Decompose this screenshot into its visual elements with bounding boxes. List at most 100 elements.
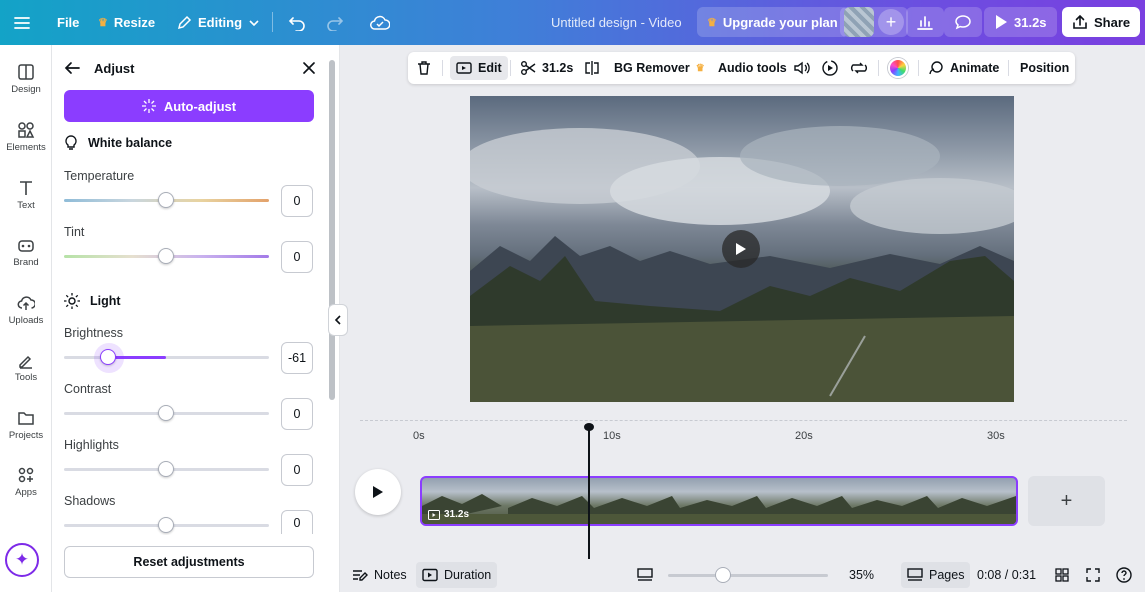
collapse-panel-button[interactable] (328, 304, 348, 336)
auto-adjust-label: Auto-adjust (163, 98, 237, 114)
comments-button[interactable] (944, 7, 982, 37)
editing-mode-button[interactable]: Editing (176, 0, 260, 45)
design-title[interactable]: Untitled design - Video (551, 0, 682, 45)
rail-item-design[interactable]: Design (0, 63, 52, 95)
tick-label: 30s (987, 430, 1005, 442)
cloud-saved-icon[interactable] (370, 0, 390, 45)
highlights-value[interactable]: 0 (281, 454, 313, 486)
fullscreen-button[interactable] (1086, 562, 1100, 588)
avatar[interactable] (844, 7, 874, 37)
auto-adjust-button[interactable]: Auto-adjust (64, 90, 314, 122)
rail-item-brand[interactable]: Brand (0, 236, 52, 268)
delete-button[interactable] (416, 56, 432, 80)
contrast-slider-thumb[interactable] (158, 405, 174, 421)
position-button[interactable]: Position (1020, 56, 1069, 80)
rail-label: Elements (6, 142, 46, 153)
undo-button[interactable] (288, 0, 306, 45)
notes-button[interactable]: Notes (352, 562, 407, 588)
highlights-label: Highlights (64, 438, 119, 452)
rail-item-uploads[interactable]: Uploads (0, 294, 52, 326)
panel-scrollbar[interactable] (329, 60, 335, 400)
undo-icon (288, 16, 305, 31)
tint-slider-thumb[interactable] (158, 248, 174, 264)
trim-duration-label: 31.2s (542, 61, 574, 75)
notes-label: Notes (374, 568, 407, 582)
file-label: File (57, 15, 80, 30)
rail-item-projects[interactable]: Projects (0, 409, 52, 441)
volume-button[interactable] (793, 56, 811, 80)
duration-label: Duration (444, 568, 492, 582)
edit-button[interactable]: Edit (450, 56, 508, 80)
magic-sparkle-icon[interactable]: ✦ (5, 543, 39, 577)
split-button[interactable] (584, 56, 600, 80)
page-view-button[interactable] (637, 562, 653, 588)
temperature-value[interactable]: 0 (281, 185, 313, 217)
shadows-slider-thumb[interactable] (158, 517, 174, 533)
upgrade-plan-button[interactable]: ♛ Upgrade your plan (697, 7, 848, 37)
file-menu[interactable]: File (57, 0, 79, 45)
reset-adjustments-button[interactable]: Reset adjustments (64, 546, 314, 578)
share-button[interactable]: Share (1062, 7, 1141, 37)
chevron-left-icon (334, 315, 341, 325)
video-play-button[interactable] (722, 230, 760, 268)
playhead[interactable] (588, 426, 590, 559)
trim-button[interactable]: 31.2s (520, 56, 573, 80)
brightness-value[interactable]: -61 (281, 342, 313, 374)
contrast-value[interactable]: 0 (281, 398, 313, 430)
pages-label: Pages (929, 568, 965, 582)
loop-button[interactable] (849, 56, 869, 80)
rail-item-elements[interactable]: Elements (0, 121, 52, 153)
fullscreen-icon (1086, 568, 1100, 582)
video-clip[interactable]: 31.2s (420, 476, 1018, 526)
upgrade-label: Upgrade your plan (722, 14, 838, 30)
animate-button[interactable]: Animate (928, 56, 999, 80)
duration-button[interactable]: Duration (416, 562, 498, 588)
close-icon[interactable] (302, 61, 316, 75)
divider (1008, 60, 1009, 76)
audio-tools-button[interactable]: Audio tools (718, 56, 787, 80)
rail-label: Design (11, 84, 41, 95)
trash-icon (418, 61, 430, 75)
add-clip-button[interactable]: + (1028, 476, 1105, 526)
rail-item-text[interactable]: Text (0, 179, 52, 211)
resize-label: Resize (113, 15, 156, 30)
help-icon (1116, 567, 1132, 583)
zoom-level[interactable]: 35% (849, 562, 874, 588)
timeline-ruler[interactable] (360, 420, 1127, 421)
rail-label: Tools (14, 372, 38, 383)
top-bar: File ♛ Resize Editing Untitled design - … (0, 0, 1145, 45)
back-arrow-icon[interactable] (64, 61, 80, 75)
contrast-label: Contrast (64, 382, 112, 396)
sun-icon (64, 293, 80, 309)
scissors-icon (521, 61, 536, 75)
animate-icon (929, 61, 943, 75)
grid-view-button[interactable] (1055, 562, 1069, 588)
menu-icon[interactable] (14, 0, 30, 45)
play-preview-button[interactable]: 31.2s (984, 7, 1057, 37)
timeline-play-button[interactable] (355, 469, 401, 515)
playback-button[interactable] (821, 56, 839, 80)
redo-button[interactable] (326, 0, 344, 45)
collaborators[interactable]: + (840, 7, 908, 37)
zoom-slider[interactable] (668, 574, 828, 577)
preview-duration: 31.2s (1014, 14, 1047, 30)
insights-button[interactable] (906, 7, 944, 37)
rail-item-tools[interactable]: Tools (0, 351, 52, 383)
page-view-icon (637, 568, 653, 581)
share-icon (1073, 14, 1087, 29)
resize-button[interactable]: ♛ Resize (98, 0, 155, 45)
play-icon (736, 243, 746, 255)
clip-thumbnails (422, 494, 1016, 524)
color-button[interactable] (888, 56, 908, 80)
help-button[interactable] (1116, 562, 1132, 588)
highlights-slider-thumb[interactable] (158, 461, 174, 477)
pages-button[interactable]: Pages (901, 562, 971, 588)
shadows-value[interactable]: 0 (281, 510, 313, 534)
add-collaborator-icon[interactable]: + (878, 9, 904, 35)
rail-item-apps[interactable]: Apps (0, 466, 52, 498)
tint-value[interactable]: 0 (281, 241, 313, 273)
brightness-slider-thumb[interactable] (100, 349, 116, 365)
zoom-slider-thumb[interactable] (715, 567, 731, 583)
temperature-slider-thumb[interactable] (158, 192, 174, 208)
bg-remover-button[interactable]: BG Remover ♛ (614, 56, 705, 80)
